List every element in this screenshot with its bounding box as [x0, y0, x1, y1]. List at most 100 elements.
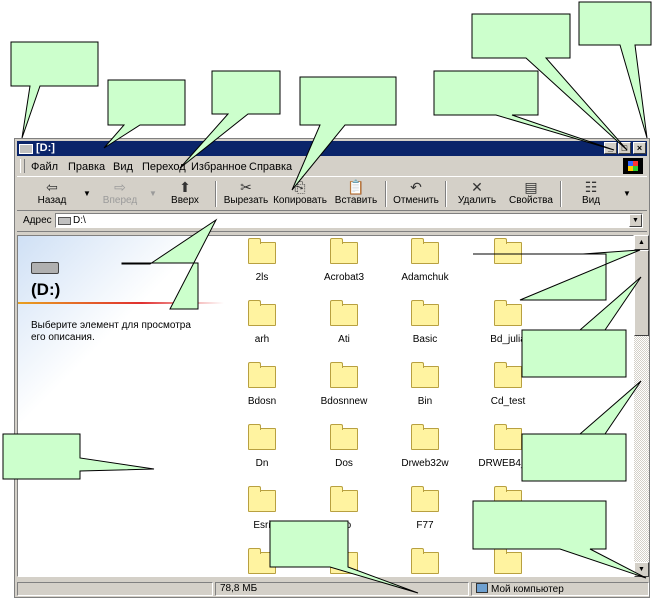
forward-button[interactable]: ⇨ Вперед	[95, 179, 145, 209]
folder-name: Fto	[336, 520, 352, 531]
menu-help[interactable]: Справка	[249, 161, 292, 173]
undo-icon: ↶	[410, 179, 422, 195]
address-input[interactable]: D:\ ▼	[55, 213, 643, 228]
view-dropdown-icon[interactable]: ▼	[623, 189, 631, 198]
folder-item[interactable]: Bdosnnew	[309, 362, 379, 407]
menu-go[interactable]: Переход	[142, 161, 186, 173]
folder-icon	[494, 548, 522, 574]
folder-icon	[494, 362, 522, 388]
folder-item[interactable]: Cd_test	[473, 362, 543, 407]
folder-item[interactable]: Basic	[390, 300, 460, 345]
back-button[interactable]: ⇦ Назад	[27, 179, 77, 209]
paste-button[interactable]: 📋 Вставить	[333, 179, 379, 209]
folder-item[interactable]: Bd_julia	[473, 300, 543, 345]
maximize-button[interactable]: □	[618, 142, 631, 154]
copy-button[interactable]: ⎘ Копировать	[273, 179, 327, 209]
forward-arrow-icon: ⇨	[114, 179, 126, 195]
menu-file[interactable]: Файл	[31, 161, 58, 173]
drive-icon	[58, 217, 71, 225]
properties-button[interactable]: ▤ Свойства	[507, 179, 555, 209]
callout-close	[578, 1, 652, 139]
folder-icon	[411, 548, 439, 574]
folder-name: Dn	[255, 458, 269, 469]
callout-maximize	[471, 13, 628, 151]
folder-item[interactable]	[390, 548, 460, 576]
folder-icon	[330, 486, 358, 512]
folder-icon	[248, 300, 276, 326]
toolbar-separator	[445, 181, 447, 207]
up-folder-icon: ⬆	[179, 179, 191, 195]
folder-item[interactable]	[227, 548, 297, 576]
folder-item[interactable]: Drweb32w	[390, 424, 460, 469]
folder-item[interactable]	[473, 238, 543, 272]
forward-dropdown-icon[interactable]: ▼	[149, 189, 157, 198]
folder-icon	[411, 486, 439, 512]
title-underline	[18, 302, 224, 304]
folder-item[interactable]	[473, 548, 543, 576]
address-dropdown-button[interactable]: ▼	[629, 214, 642, 227]
title-bar[interactable]: [D:] _ □ ×	[17, 141, 647, 156]
cut-button[interactable]: ✂ Вырезать	[221, 179, 271, 209]
address-value[interactable]: D:\	[73, 215, 86, 226]
folder-icon	[411, 424, 439, 450]
close-button[interactable]: ×	[633, 142, 646, 154]
explorer-window: [D:] _ □ × Файл Правка Вид Переход Избра…	[14, 138, 650, 598]
toolbar: ⇦ Назад ▼ ⇨ Вперед ▼ ⬆ Вверх ✂ Вырезать …	[17, 176, 647, 211]
my-computer-icon	[476, 583, 488, 593]
undo-button[interactable]: ↶ Отменить	[391, 179, 441, 209]
folder-icon	[248, 486, 276, 512]
folder-icon	[494, 424, 522, 450]
view-button[interactable]: ☷ Вид	[569, 179, 613, 209]
status-size: 78,8 МБ	[215, 582, 469, 596]
folder-item[interactable]: Bin	[390, 362, 460, 407]
folder-icon	[248, 362, 276, 388]
menu-view[interactable]: Вид	[113, 161, 133, 173]
folder-item[interactable]: arh	[227, 300, 297, 345]
delete-button[interactable]: ✕ Удалить	[453, 179, 501, 209]
back-dropdown-icon[interactable]: ▼	[83, 189, 91, 198]
menu-favorites[interactable]: Избранное	[191, 161, 247, 173]
folder-icon	[248, 424, 276, 450]
folder-item[interactable]: Esri	[227, 486, 297, 531]
folder-item[interactable]: F77	[390, 486, 460, 531]
folder-item[interactable]	[309, 548, 379, 576]
menu-edit[interactable]: Правка	[68, 161, 105, 173]
callout-titlebar-icon	[10, 41, 99, 139]
folder-item[interactable]: DRWEB4_05	[473, 424, 543, 469]
scroll-thumb[interactable]	[634, 250, 649, 336]
status-bar: 78,8 МБ Мой компьютер	[17, 581, 649, 597]
toolbar-separator	[560, 181, 562, 207]
folder-item[interactable]: 2ls	[227, 238, 297, 283]
properties-icon: ▤	[524, 179, 538, 195]
delete-x-icon: ✕	[471, 179, 483, 195]
folder-name: Ati	[338, 334, 350, 345]
folder-icon	[330, 238, 358, 264]
folder-item[interactable]: Bdosn	[227, 362, 297, 407]
scroll-down-button[interactable]: ▼	[634, 562, 649, 577]
folder-icon	[248, 548, 276, 574]
vertical-scrollbar[interactable]: ▲ ▼	[634, 235, 649, 577]
folder-item[interactable]: Dn	[227, 424, 297, 469]
minimize-button[interactable]: _	[604, 142, 617, 154]
address-label: Адрес	[23, 215, 52, 226]
scroll-up-button[interactable]: ▲	[634, 235, 649, 250]
folder-icon	[330, 300, 358, 326]
folder-item[interactable]: Adamchuk	[390, 238, 460, 283]
folder-item[interactable]: Fto	[309, 486, 379, 531]
status-objects	[17, 582, 213, 596]
folder-item[interactable]: Acrobat3	[309, 238, 379, 283]
folder-item[interactable]: Ati	[309, 300, 379, 345]
folder-name: Acrobat3	[323, 272, 365, 283]
folder-item[interactable]: Dos	[309, 424, 379, 469]
up-button[interactable]: ⬆ Вверх	[163, 179, 207, 209]
folder-icon	[494, 238, 522, 264]
folder-name: Cd_test	[490, 396, 526, 407]
toolbar-separator	[215, 181, 217, 207]
menu-grip[interactable]	[20, 159, 25, 173]
folder-name: Basic	[412, 334, 438, 345]
paste-icon: 📋	[347, 179, 365, 195]
folder-view[interactable]: (D:) Выберите элемент для просмотра его …	[17, 235, 634, 577]
folder-item[interactable]: Gi	[473, 486, 543, 531]
drive-icon[interactable]	[19, 144, 33, 154]
copy-icon: ⎘	[294, 179, 306, 195]
